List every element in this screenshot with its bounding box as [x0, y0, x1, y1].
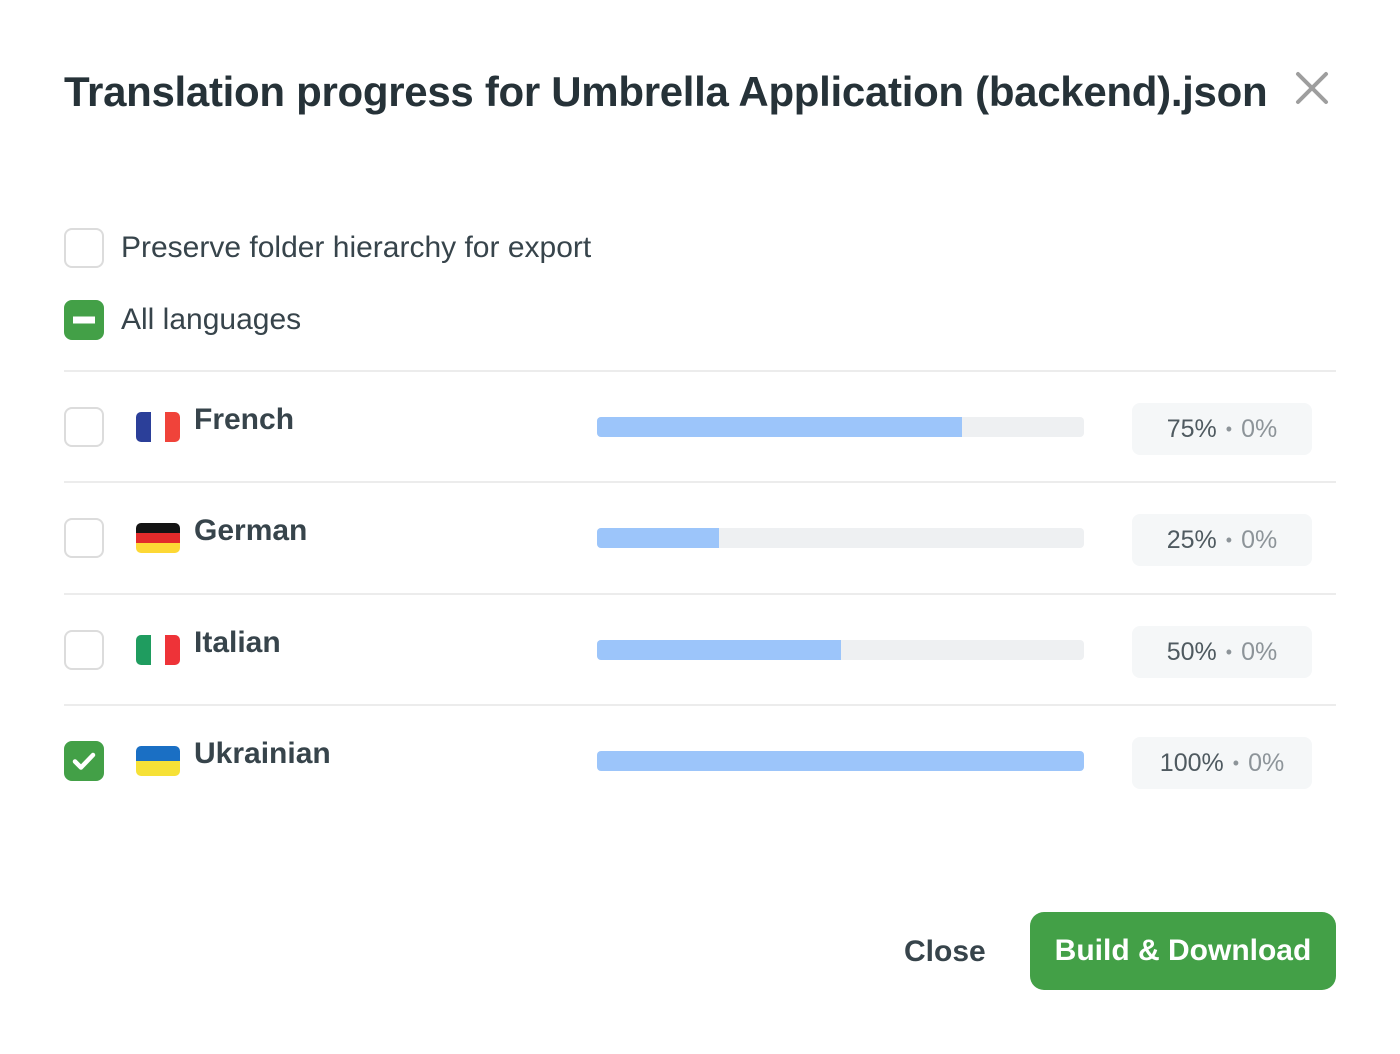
preserve-hierarchy-label: Preserve folder hierarchy for export [121, 231, 592, 264]
language-name: German [194, 514, 308, 547]
flag-fr-icon [136, 412, 180, 442]
all-languages-option[interactable]: All languages [64, 300, 301, 340]
progress-bar [597, 640, 1084, 660]
progress-bar [597, 417, 1084, 437]
progress-fill [597, 751, 1084, 771]
preserve-hierarchy-option[interactable]: Preserve folder hierarchy for export [64, 228, 591, 268]
language-checkbox[interactable] [64, 407, 104, 447]
all-languages-label: All languages [121, 303, 302, 336]
approved-percent: 0% [1241, 525, 1278, 554]
divider [64, 481, 1336, 483]
language-name: Italian [194, 626, 281, 659]
language-row-ukrainian: Ukrainian 100% • 0% [64, 737, 1336, 821]
translated-percent: 50% [1166, 637, 1217, 666]
language-row-french: French 75% • 0% [64, 403, 1336, 487]
divider [64, 370, 1336, 372]
approved-percent: 0% [1248, 748, 1285, 777]
progress-fill [597, 528, 719, 548]
build-download-button[interactable]: Build & Download [1030, 912, 1336, 990]
translation-progress-dialog: Translation progress for Umbrella Applic… [0, 0, 1400, 1054]
translated-percent: 75% [1166, 414, 1217, 443]
language-row-german: German 25% • 0% [64, 514, 1336, 598]
approved-percent: 0% [1241, 637, 1278, 666]
all-languages-checkbox[interactable] [64, 300, 104, 340]
flag-it-icon [136, 635, 180, 665]
language-name: French [194, 403, 295, 436]
separator-dot: • [1225, 641, 1233, 662]
progress-stat: 25% • 0% [1132, 514, 1312, 566]
divider [64, 593, 1336, 595]
minus-icon [73, 316, 95, 324]
flag-ua-icon [136, 746, 180, 776]
language-checkbox[interactable] [64, 741, 104, 781]
language-name: Ukrainian [194, 737, 331, 770]
flag-de-icon [136, 523, 180, 553]
progress-stat: 100% • 0% [1132, 737, 1312, 789]
translated-percent: 100% [1159, 748, 1224, 777]
language-checkbox[interactable] [64, 518, 104, 558]
preserve-hierarchy-checkbox[interactable] [64, 228, 104, 268]
language-row-italian: Italian 50% • 0% [64, 626, 1336, 710]
checkmark-icon [72, 752, 96, 770]
close-button[interactable]: Close [892, 913, 998, 991]
approved-percent: 0% [1241, 414, 1278, 443]
separator-dot: • [1225, 529, 1233, 550]
progress-stat: 75% • 0% [1132, 403, 1312, 455]
progress-bar [597, 528, 1084, 548]
progress-fill [597, 640, 841, 660]
separator-dot: • [1232, 752, 1240, 773]
progress-bar [597, 751, 1084, 771]
dialog-title: Translation progress for Umbrella Applic… [64, 68, 1268, 115]
divider [64, 704, 1336, 706]
language-checkbox[interactable] [64, 630, 104, 670]
progress-fill [597, 417, 963, 437]
separator-dot: • [1225, 418, 1233, 439]
progress-stat: 50% • 0% [1132, 626, 1312, 678]
close-icon[interactable] [1292, 68, 1332, 108]
translated-percent: 25% [1166, 525, 1217, 554]
